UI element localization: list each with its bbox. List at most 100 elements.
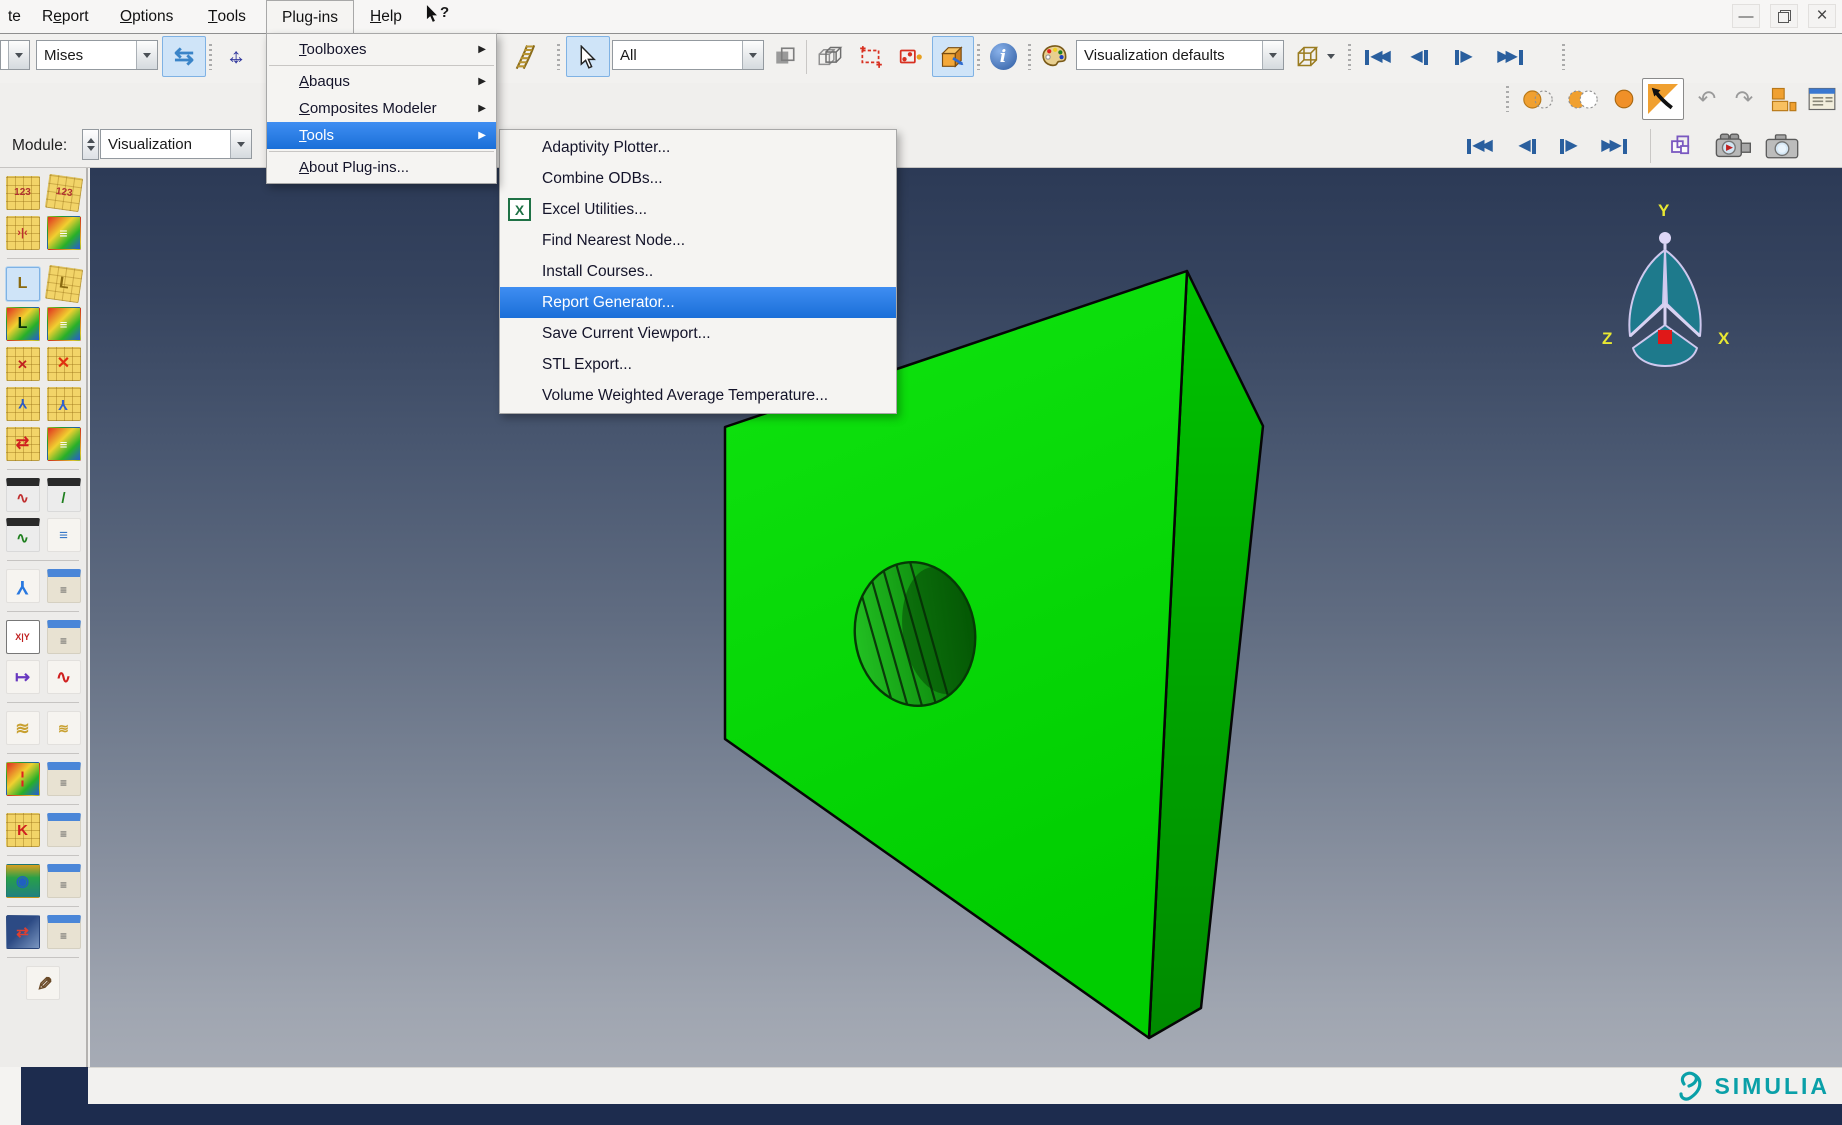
last-frame-button[interactable]: ▶▶ (1488, 38, 1532, 76)
menu-item-composites-modeler[interactable]: Composites Modeler▶ (267, 95, 496, 122)
annotate-brush-icon[interactable]: ✎ (26, 966, 60, 1000)
restore-button[interactable] (1770, 4, 1798, 28)
boolean-cut-a-button[interactable] (1516, 80, 1560, 118)
next-frame-button[interactable]: ▶ (1446, 38, 1482, 76)
combo-arrow[interactable] (8, 41, 29, 69)
pan-rotate-button[interactable]: ↔↕ (215, 36, 257, 77)
anim-first-frame-button[interactable]: ◀◀ (1458, 128, 1502, 164)
toolbar-grip[interactable] (1562, 44, 1565, 70)
sync-frames-button[interactable]: ⇆ (162, 36, 206, 77)
submenu-item-install-courses[interactable]: Install Courses.. (500, 256, 896, 287)
overlay-list-icon[interactable]: ≡ (47, 427, 81, 461)
ply-stack-icon[interactable]: K (6, 813, 40, 847)
menu-item-about-plug-ins[interactable]: About Plug-ins... (267, 154, 496, 181)
field-output-combo[interactable]: Mises (36, 40, 158, 70)
related-objects-button[interactable] (766, 38, 804, 76)
select-cursor-button[interactable] (566, 36, 610, 77)
boolean-cut-b-button[interactable] (1560, 80, 1606, 118)
xy-table-icon[interactable]: X|Y (6, 620, 40, 654)
undo-button[interactable]: ↶ (1688, 80, 1726, 118)
plot-deformed-icon[interactable]: L (44, 265, 82, 303)
plot-undeformed-icon[interactable]: L (6, 267, 40, 301)
tensor-axes-icon[interactable]: Y (6, 569, 40, 603)
menu-item-tools[interactable]: Tools▶ (267, 122, 496, 149)
color-code-button[interactable] (1035, 36, 1073, 77)
record-animation-button[interactable] (1708, 126, 1758, 166)
toolbar-grip[interactable] (1348, 44, 1351, 70)
toolbar-grip[interactable] (1506, 86, 1509, 112)
toolbar-grip[interactable] (209, 44, 212, 70)
menubar-item-te[interactable]: te (0, 0, 29, 33)
overlay-swap-icon[interactable]: ⇄ (6, 427, 40, 461)
single-region-button[interactable] (1606, 80, 1642, 118)
clipped-combo[interactable] (0, 40, 30, 70)
module-combo[interactable]: Visualization (100, 129, 252, 159)
animate-harmonic-icon[interactable]: ∿ (6, 518, 40, 552)
view-cut-icon[interactable]: ≋ (6, 711, 40, 745)
view-orientation-button[interactable] (932, 36, 974, 77)
snapshot-button[interactable] (1758, 126, 1806, 166)
tensor-dialog-icon[interactable]: ≡ (47, 569, 81, 603)
free-body-cut-button[interactable] (505, 36, 547, 77)
submenu-item-find-nearest-node[interactable]: Find Nearest Node... (500, 225, 896, 256)
overlay-frames-icon[interactable]: ⇄ (6, 915, 40, 949)
toolbar-grip[interactable] (557, 44, 560, 70)
submenu-item-excel-utilities[interactable]: XExcel Utilities... (500, 194, 896, 225)
pick-mode-button[interactable] (1642, 78, 1684, 120)
submenu-item-save-current-viewport[interactable]: Save Current Viewport... (500, 318, 896, 349)
view-cut-manager-icon[interactable]: ≋ (47, 711, 81, 745)
context-help-cursor-icon[interactable]: ? (426, 4, 449, 23)
viewport-canvas[interactable]: Y Z X (90, 168, 1842, 1067)
menubar-item-tools[interactable]: Tools (200, 0, 254, 33)
menubar-item-report[interactable]: Report (34, 0, 97, 33)
overlay-dialog-icon[interactable]: ≡ (47, 915, 81, 949)
query-info-button[interactable]: i (983, 36, 1023, 77)
mirror-pattern-icon[interactable]: ¦ (6, 762, 40, 796)
animate-scale-factor-icon[interactable]: ∿ (6, 478, 40, 512)
xy-dialog-icon[interactable]: ≡ (47, 620, 81, 654)
zoom-region-button[interactable] (852, 36, 890, 77)
material-orientation-icon[interactable]: Y (6, 387, 40, 421)
xy-plot-icon[interactable]: ∿ (47, 660, 81, 694)
first-frame-button[interactable]: ◀◀ (1358, 38, 1398, 76)
orientation-options-icon[interactable]: Y (47, 387, 81, 421)
submenu-item-stl-export[interactable]: STL Export... (500, 349, 896, 380)
close-button[interactable]: × (1808, 4, 1836, 28)
layered-results-icon[interactable]: ≡ (47, 216, 81, 250)
field-output-arrow[interactable] (136, 41, 157, 69)
submenu-item-adaptivity-plotter[interactable]: Adaptivity Plotter... (500, 132, 896, 163)
probe-values-button[interactable] (890, 36, 930, 77)
anim-next-frame-button[interactable]: ▶ (1550, 128, 1588, 164)
previous-frame-button[interactable]: ◀ (1401, 38, 1437, 76)
path-icon[interactable]: ↦ (6, 660, 40, 694)
numbered-frames-icon[interactable]: 123 (6, 176, 40, 210)
bracket-frames-icon[interactable]: ›|‹ (6, 216, 40, 250)
menu-item-abaqus[interactable]: Abaqus▶ (267, 68, 496, 95)
submenu-item-volume-weighted-average-temperature[interactable]: Volume Weighted Average Temperature... (500, 380, 896, 411)
create-display-group-button[interactable] (1762, 80, 1804, 118)
view-cube-dropdown-button[interactable] (1288, 36, 1342, 77)
anim-last-frame-button[interactable]: ▶▶ (1590, 128, 1638, 164)
stream-plot-icon[interactable]: ◉ (6, 864, 40, 898)
tilted-frames-icon[interactable]: 123 (44, 174, 82, 212)
selection-filter-combo[interactable]: All (612, 40, 764, 70)
stream-dialog-icon[interactable]: ≡ (47, 864, 81, 898)
minimize-button[interactable]: — (1732, 4, 1760, 28)
menu-item-toolboxes[interactable]: Toolboxes▶ (267, 36, 496, 63)
menubar-item-help[interactable]: Help (362, 0, 410, 33)
plot-contours-icon[interactable]: L (6, 307, 40, 341)
selection-filter-arrow[interactable] (742, 41, 763, 69)
animate-time-history-icon[interactable]: / (47, 478, 81, 512)
display-group-manager-button[interactable] (1804, 80, 1840, 118)
symbol-options-icon[interactable]: ✕ (47, 347, 81, 381)
plot-symbols-icon[interactable]: ✕ (6, 347, 40, 381)
submenu-item-report-generator[interactable]: Report Generator... (500, 287, 896, 318)
ply-dialog-icon[interactable]: ≡ (47, 813, 81, 847)
animation-options-icon[interactable]: ≡ (47, 518, 81, 552)
module-arrow[interactable] (230, 130, 251, 158)
superimpose-plot-button[interactable] (810, 36, 850, 77)
mirror-dialog-icon[interactable]: ≡ (47, 762, 81, 796)
toolbar-grip[interactable] (1028, 44, 1031, 70)
menubar-item-options[interactable]: Options (112, 0, 181, 33)
module-spinner[interactable] (82, 129, 99, 160)
